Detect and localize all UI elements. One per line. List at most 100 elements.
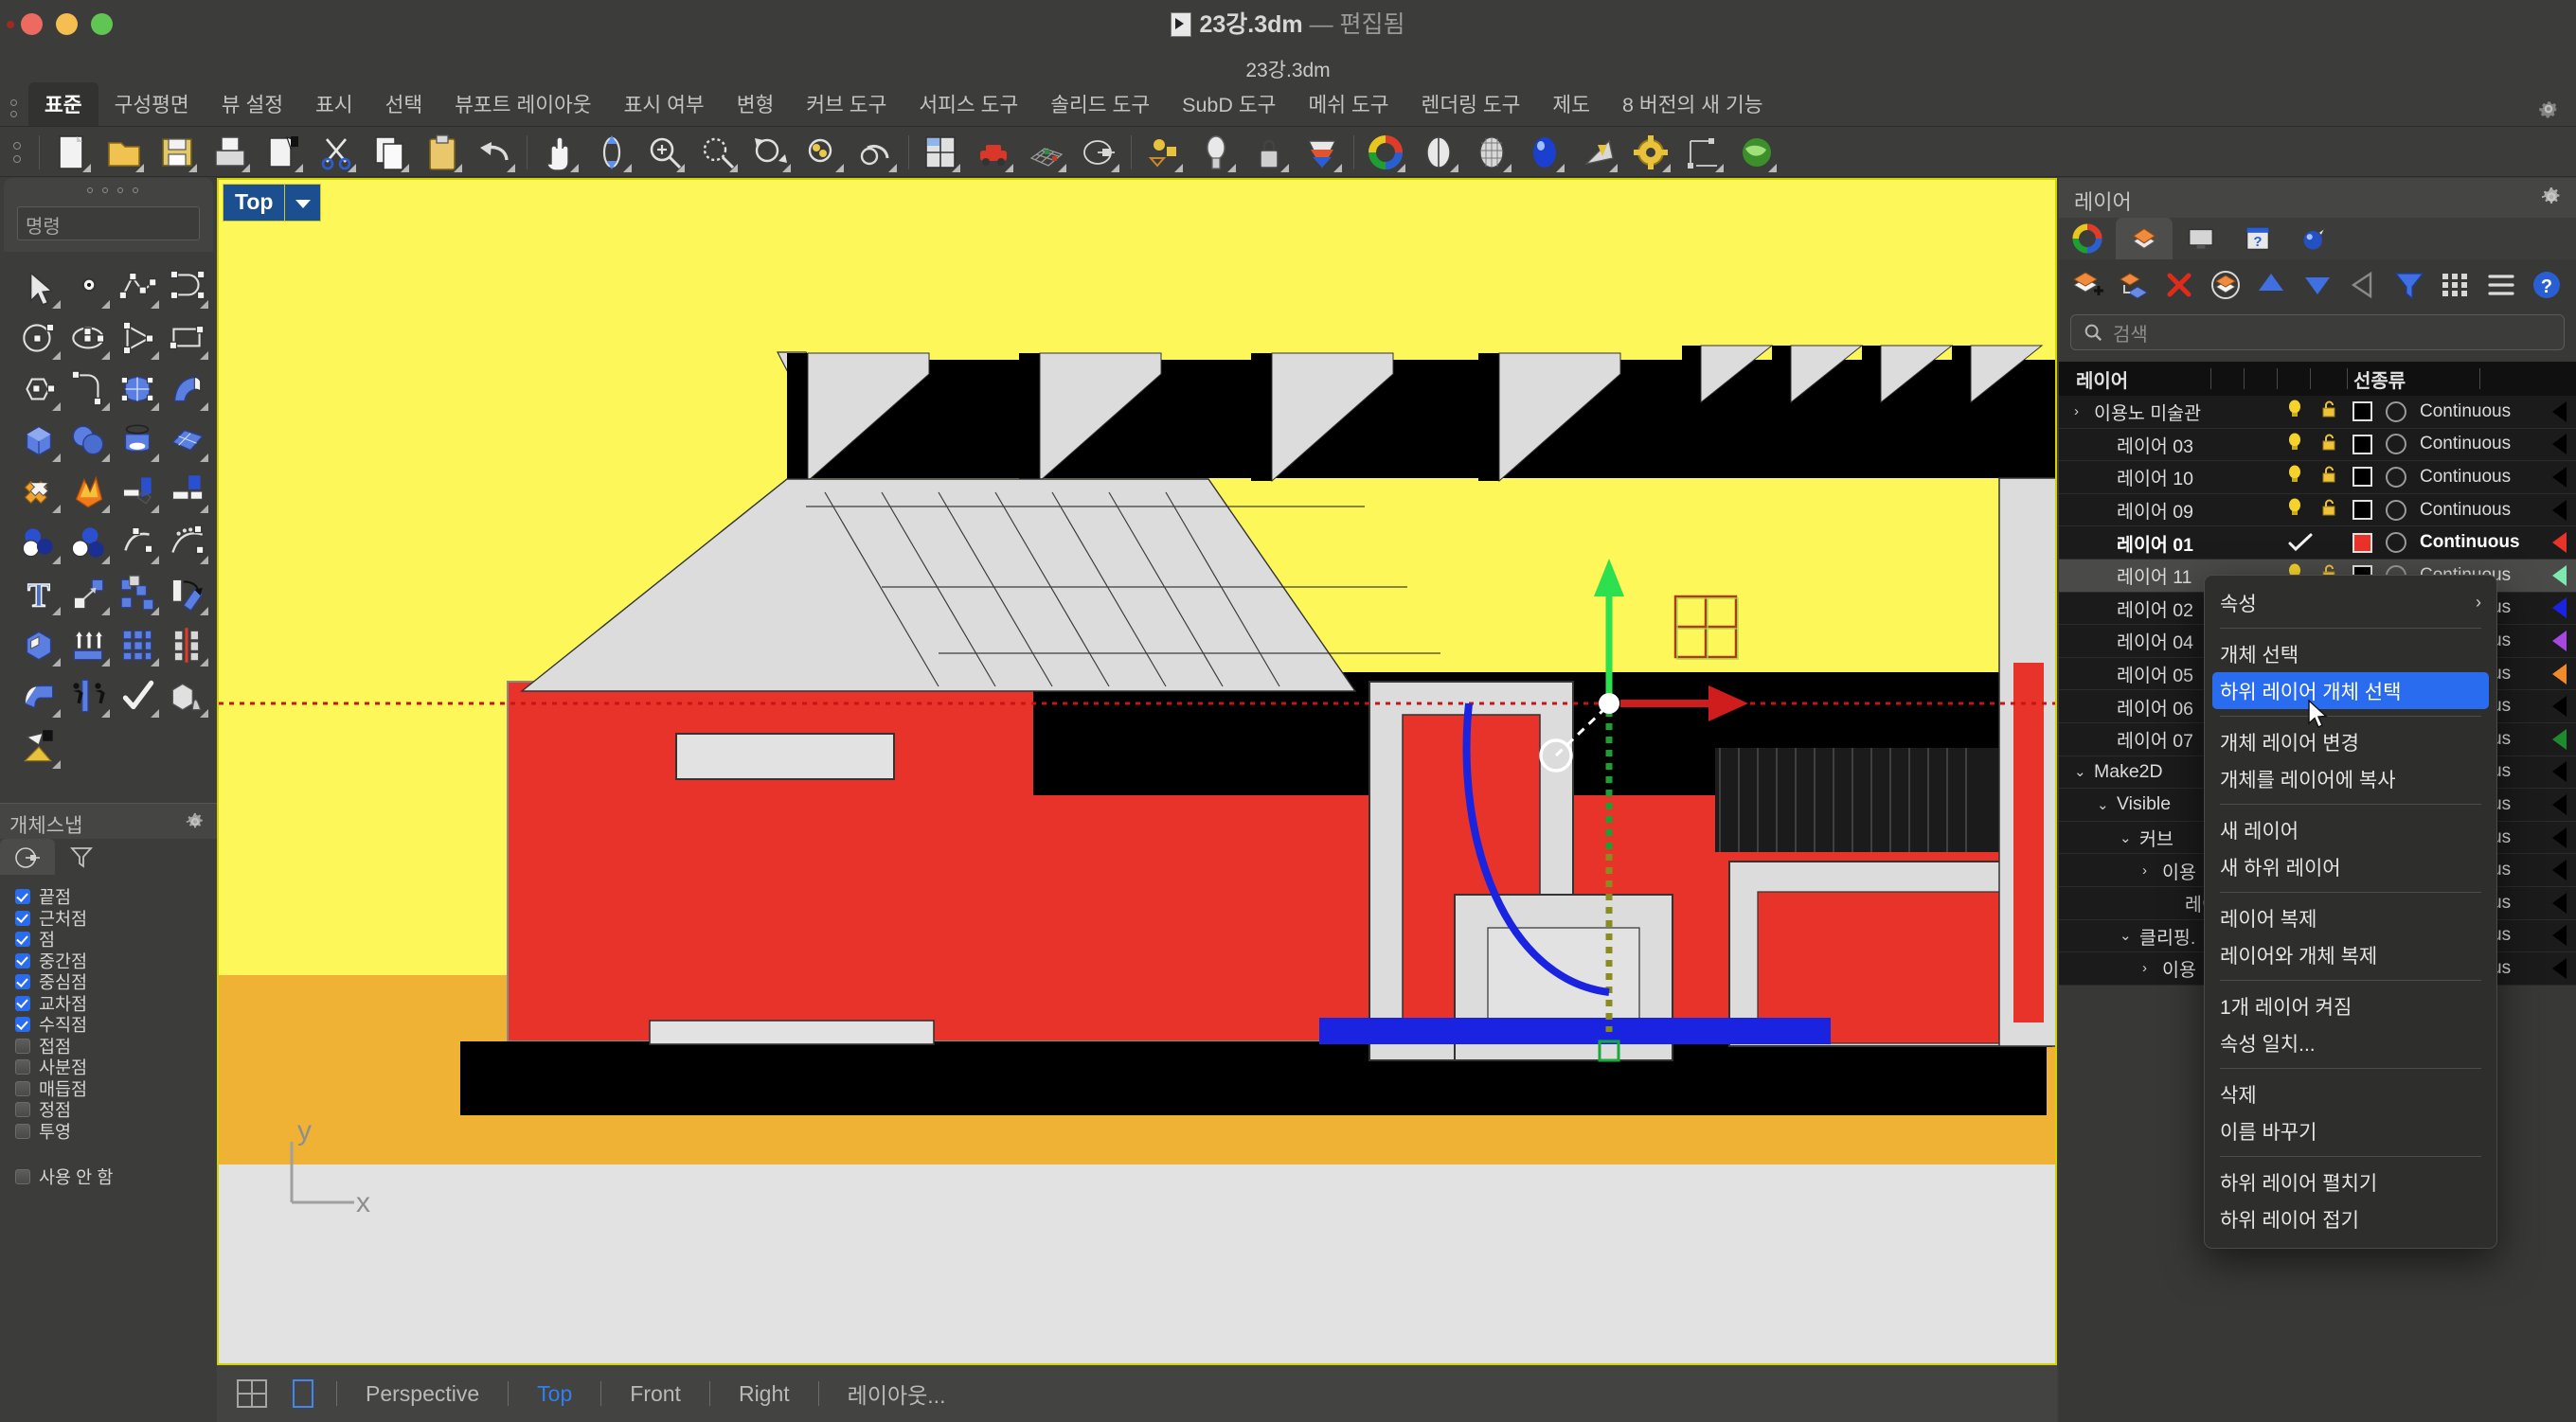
polyline-icon[interactable] xyxy=(116,265,159,309)
menu-tab-9[interactable]: 서피스 도구 xyxy=(903,82,1034,126)
menu-tab-1[interactable]: 구성평면 xyxy=(98,82,206,126)
sphere-boolean-icon[interactable] xyxy=(66,418,110,462)
tool-palette[interactable]: T xyxy=(0,265,217,795)
lock-icon[interactable] xyxy=(2318,464,2339,489)
chevron-down-icon[interactable]: ⌄ xyxy=(2120,927,2135,944)
column-header-name[interactable]: 레이어 xyxy=(2059,365,2210,393)
viewport-tab-top[interactable]: Top xyxy=(526,1381,583,1407)
render-tool-icon[interactable] xyxy=(17,725,61,769)
context-menu-item-0[interactable]: 속성 › xyxy=(2205,584,2496,621)
menu-tab-15[interactable]: 8 버전의 새 기능 xyxy=(1606,82,1780,126)
print-color-swatch[interactable] xyxy=(2552,663,2567,684)
single-view-icon[interactable] xyxy=(287,1378,319,1410)
layer-search-input[interactable]: 검색 xyxy=(2113,319,2148,347)
osnap-option-5[interactable]: 교차점 xyxy=(0,993,217,1015)
undo-view-icon[interactable] xyxy=(856,132,898,173)
chevron-down-icon[interactable]: ⌄ xyxy=(2120,829,2135,846)
context-menu-item-3[interactable]: 개체 레이어 변경 xyxy=(2205,723,2496,760)
layer-name[interactable]: 레이어 01 xyxy=(2117,529,2193,557)
osnap-option-2[interactable]: 점 xyxy=(0,929,217,951)
viewport-name[interactable]: Top xyxy=(223,184,286,222)
column-header-linetype[interactable]: 선종류 xyxy=(2348,365,2406,393)
checkbox[interactable] xyxy=(15,1038,30,1054)
checkbox[interactable] xyxy=(15,1102,30,1118)
rotate-view-icon[interactable] xyxy=(591,132,633,173)
menu-tab-2[interactable]: 뷰 설정 xyxy=(206,82,299,126)
layer-color-swatch[interactable] xyxy=(2352,401,2372,422)
osnap-option-1[interactable]: 근처점 xyxy=(0,908,217,930)
text-icon[interactable]: T xyxy=(17,572,61,615)
print-color-swatch[interactable] xyxy=(2552,925,2567,947)
print-color-swatch[interactable] xyxy=(2552,597,2567,619)
osnap-option-0[interactable]: 끝점 xyxy=(0,886,217,908)
layer-name[interactable]: 클리핑. xyxy=(2139,922,2195,950)
menu-tab-8[interactable]: 커브 도구 xyxy=(790,82,903,126)
curve-points-icon[interactable] xyxy=(165,521,208,564)
viewport-tab-[interactable]: 레이아웃... xyxy=(836,1378,957,1410)
bend-icon[interactable] xyxy=(17,674,61,718)
chevron-down-icon[interactable]: ⌄ xyxy=(2074,763,2089,780)
help-tab-icon[interactable]: ? xyxy=(2229,218,2286,259)
osnap-option-4[interactable]: 중심점 xyxy=(0,971,217,993)
rotate-icon[interactable] xyxy=(165,572,208,615)
print-color-swatch[interactable] xyxy=(2552,630,2567,651)
lock-icon[interactable] xyxy=(2318,497,2339,523)
new-file-icon[interactable] xyxy=(50,132,92,173)
render-icon[interactable] xyxy=(1524,132,1565,173)
sweep-surface-icon[interactable] xyxy=(165,367,208,411)
boolean-diff-icon[interactable] xyxy=(66,521,110,564)
checkbox[interactable] xyxy=(15,910,30,926)
menu-tab-bar[interactable]: 표준 구성평면 뷰 설정 표시 선택 뷰포트 레이아웃 표시 여부 변형 커브 도구 서피스 도구… xyxy=(0,82,2576,127)
curve-icon[interactable] xyxy=(165,265,208,309)
layer-name[interactable]: Make2D xyxy=(2094,761,2163,783)
menu-drag-handle[interactable] xyxy=(0,88,28,126)
fillet-icon[interactable] xyxy=(66,367,110,411)
checkbox[interactable] xyxy=(15,889,30,905)
solid-edit-icon[interactable] xyxy=(17,623,61,667)
print-color-swatch[interactable] xyxy=(2552,466,2567,488)
select-arrow-icon[interactable] xyxy=(17,265,61,309)
chevron-down-icon[interactable]: ⌄ xyxy=(2097,796,2112,813)
menu-tab-5[interactable]: 뷰포트 레이아웃 xyxy=(438,82,607,126)
import-icon[interactable] xyxy=(262,132,304,173)
print-color-swatch[interactable] xyxy=(2552,564,2567,586)
layers-toolbar[interactable]: ? xyxy=(2059,259,2576,312)
curve-edit-icon[interactable] xyxy=(116,521,159,564)
visibility-bulb-icon[interactable] xyxy=(2284,464,2305,489)
grid-snap-icon[interactable] xyxy=(1026,132,1067,173)
context-menu-item-4[interactable]: 개체를 레이어에 복사 xyxy=(2205,760,2496,797)
context-menu-item-13[interactable]: 하위 레이어 펼치기 xyxy=(2205,1164,2496,1200)
gear-icon[interactable] xyxy=(2540,186,2563,208)
menu-tab-3[interactable]: 표시 xyxy=(299,82,369,126)
layer-row[interactable]: 레이어 09 Continuous xyxy=(2059,493,2576,527)
layer-color-swatch[interactable] xyxy=(2352,467,2372,488)
check-icon[interactable] xyxy=(116,674,159,718)
checkbox[interactable] xyxy=(15,1123,30,1139)
menu-tab-13[interactable]: 렌더링 도구 xyxy=(1405,82,1537,126)
visibility-bulb-icon[interactable] xyxy=(2284,497,2305,523)
print-color-swatch[interactable] xyxy=(2552,793,2567,815)
color-wheel-tab-icon[interactable] xyxy=(2059,218,2116,259)
layer-color-swatch[interactable] xyxy=(2352,434,2372,454)
gumball-icon[interactable] xyxy=(1142,132,1184,173)
menu-tab-6[interactable]: 표시 여부 xyxy=(608,82,721,126)
save-icon[interactable] xyxy=(156,132,198,173)
display-tab-icon[interactable] xyxy=(2173,218,2229,259)
context-menu-item-7[interactable]: 레이어 복제 xyxy=(2205,899,2496,936)
context-menu-item-1[interactable]: 개체 선택 xyxy=(2205,635,2496,672)
osnap-tab-icon[interactable] xyxy=(0,839,55,875)
chevron-right-icon[interactable]: › xyxy=(2074,403,2089,419)
print-color-swatch[interactable] xyxy=(2552,400,2567,422)
spotlight-icon[interactable] xyxy=(1577,132,1619,173)
print-icon[interactable] xyxy=(209,132,251,173)
paste-icon[interactable] xyxy=(421,132,463,173)
layer-name[interactable]: 커브 xyxy=(2139,824,2174,851)
print-color-swatch[interactable] xyxy=(2552,434,2567,455)
print-color-swatch[interactable] xyxy=(2552,499,2567,521)
visibility-bulb-icon[interactable] xyxy=(2284,432,2305,457)
menu-tab-12[interactable]: 메쉬 도구 xyxy=(1292,82,1404,126)
material-icon[interactable] xyxy=(2386,434,2406,455)
move-icon[interactable] xyxy=(66,572,110,615)
print-color-swatch[interactable] xyxy=(2552,696,2567,718)
layer-row[interactable]: 레이어 01 Continuous xyxy=(2059,526,2576,560)
